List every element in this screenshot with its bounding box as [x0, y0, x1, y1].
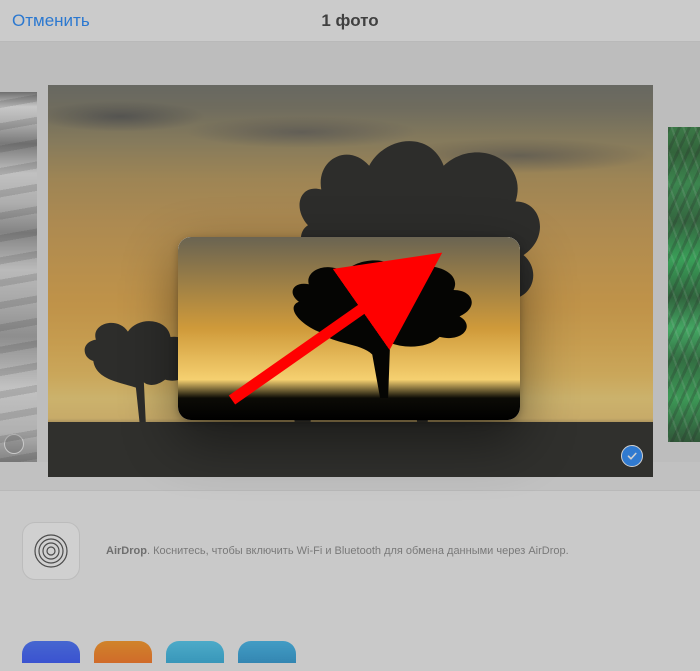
selection-indicator	[4, 434, 24, 454]
photo-thumbnail-prev[interactable]	[0, 92, 37, 462]
selected-checkmark-icon[interactable]	[621, 445, 643, 467]
airdrop-icon[interactable]	[22, 522, 80, 580]
share-sheet-body: AirDrop. Коснитесь, чтобы включить Wi-Fi…	[0, 490, 700, 671]
share-app-tile[interactable]	[22, 641, 80, 663]
share-apps-row	[22, 641, 296, 663]
icloud-publish-modal: Отменить iCloud Опублик. Общий альбом Мо…	[178, 237, 520, 420]
photo-thumbnail-next[interactable]	[668, 127, 700, 442]
share-app-tile[interactable]	[94, 641, 152, 663]
share-app-tile[interactable]	[166, 641, 224, 663]
airdrop-label: AirDrop	[106, 545, 147, 557]
share-app-tile[interactable]	[238, 641, 296, 663]
cancel-button[interactable]: Отменить	[12, 0, 90, 42]
airdrop-hint: AirDrop. Коснитесь, чтобы включить Wi-Fi…	[106, 544, 569, 559]
page-title: 1 фото	[321, 11, 378, 31]
airdrop-row[interactable]: AirDrop. Коснитесь, чтобы включить Wi-Fi…	[22, 511, 678, 591]
airdrop-hint-text: . Коснитесь, чтобы включить Wi-Fi и Blue…	[147, 545, 569, 557]
modal-photo-thumbnail[interactable]	[444, 298, 506, 360]
modal-body	[178, 279, 520, 380]
share-sheet-header: Отменить 1 фото	[0, 0, 700, 42]
